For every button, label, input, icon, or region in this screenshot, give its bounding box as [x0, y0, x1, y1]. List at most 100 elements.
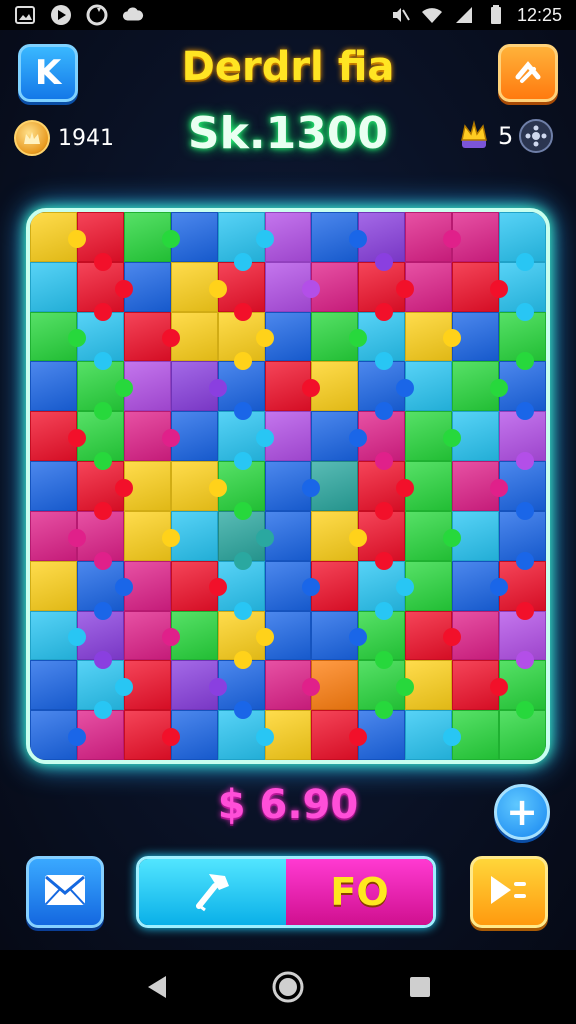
crowns-counter: 5 — [456, 118, 554, 154]
puzzle-knob — [93, 452, 112, 471]
puzzle-board[interactable] — [26, 208, 550, 764]
puzzle-piece[interactable] — [30, 411, 86, 462]
puzzle-piece[interactable] — [30, 560, 77, 611]
puzzle-piece[interactable] — [30, 311, 86, 362]
puzzle-piece[interactable] — [264, 560, 321, 611]
puzzle-piece[interactable] — [30, 660, 77, 711]
puzzle-piece[interactable] — [170, 461, 227, 511]
puzzle-piece[interactable] — [170, 261, 227, 312]
puzzle-piece[interactable] — [170, 361, 227, 412]
puzzle-piece[interactable] — [311, 411, 368, 462]
puzzle-piece[interactable] — [405, 510, 462, 561]
puzzle-piece[interactable] — [311, 510, 368, 561]
puzzle-piece[interactable] — [452, 660, 509, 711]
nav-home-button[interactable] — [268, 967, 308, 1007]
puzzle-piece[interactable] — [405, 710, 462, 760]
puzzle-piece[interactable] — [30, 361, 77, 412]
puzzle-knob — [255, 329, 274, 348]
puzzle-piece[interactable] — [405, 212, 462, 262]
tools-button[interactable] — [498, 44, 558, 102]
puzzle-piece[interactable] — [452, 261, 509, 312]
cloud-icon — [122, 4, 144, 26]
puzzle-knob — [255, 727, 274, 746]
puzzle-piece[interactable] — [170, 560, 227, 611]
puzzle-piece[interactable] — [311, 311, 368, 362]
puzzle-knob — [161, 329, 180, 348]
puzzle-piece[interactable] — [123, 610, 180, 661]
puzzle-piece[interactable] — [452, 560, 509, 611]
puzzle-piece[interactable] — [30, 610, 86, 661]
nav-back-button[interactable] — [136, 967, 176, 1007]
coin-icon — [14, 120, 50, 156]
puzzle-knob — [161, 727, 180, 746]
puzzle-knob — [93, 551, 112, 570]
settings-icon[interactable] — [519, 119, 554, 153]
puzzle-knob — [93, 302, 112, 321]
puzzle-knob — [93, 501, 112, 520]
puzzle-grid[interactable] — [30, 212, 546, 760]
puzzle-knob — [93, 352, 112, 371]
puzzle-piece[interactable] — [264, 261, 321, 312]
puzzle-piece[interactable] — [123, 411, 180, 462]
puzzle-knob — [93, 402, 112, 421]
puzzle-knob — [67, 429, 86, 447]
puzzle-knob — [234, 302, 253, 321]
mail-button[interactable] — [26, 856, 104, 928]
puzzle-piece[interactable] — [123, 710, 180, 760]
add-button[interactable]: + — [494, 784, 550, 840]
crowns-value: 5 — [498, 122, 514, 150]
power-bar-left — [139, 859, 286, 925]
tools-icon — [512, 55, 544, 91]
puzzle-piece[interactable] — [452, 461, 509, 511]
puzzle-knob — [302, 279, 321, 298]
puzzle-knob — [255, 628, 274, 647]
puzzle-knob — [375, 551, 394, 570]
puzzle-piece[interactable] — [30, 261, 77, 312]
puzzle-piece[interactable] — [123, 212, 180, 262]
puzzle-knob — [93, 601, 112, 620]
puzzle-knob — [515, 252, 534, 271]
signal-icon — [453, 4, 475, 26]
puzzle-piece[interactable] — [30, 212, 86, 262]
next-button[interactable] — [470, 856, 548, 928]
puzzle-knob — [396, 279, 415, 298]
puzzle-knob — [375, 501, 394, 520]
power-bar[interactable]: FO — [136, 856, 436, 928]
puzzle-knob — [67, 727, 86, 746]
puzzle-piece[interactable] — [405, 610, 462, 661]
puzzle-knob — [114, 478, 133, 497]
puzzle-knob — [515, 452, 534, 471]
puzzle-piece[interactable] — [452, 361, 509, 412]
puzzle-piece[interactable] — [311, 610, 368, 661]
puzzle-knob — [234, 601, 253, 620]
puzzle-knob — [114, 678, 133, 697]
puzzle-piece[interactable] — [311, 710, 368, 760]
puzzle-piece[interactable] — [123, 311, 180, 362]
puzzle-piece[interactable] — [499, 212, 546, 271]
puzzle-piece[interactable] — [264, 361, 321, 412]
puzzle-knob — [114, 379, 133, 398]
puzzle-piece[interactable] — [30, 510, 86, 561]
puzzle-knob — [93, 701, 112, 720]
puzzle-knob — [375, 601, 394, 620]
puzzle-piece[interactable] — [405, 411, 462, 462]
puzzle-piece[interactable] — [30, 710, 86, 760]
back-button[interactable]: K — [18, 44, 78, 102]
puzzle-piece[interactable] — [170, 660, 227, 711]
puzzle-knob — [234, 551, 253, 570]
puzzle-piece[interactable] — [311, 212, 368, 262]
puzzle-knob — [208, 578, 227, 597]
puzzle-piece[interactable] — [405, 311, 462, 362]
puzzle-knob — [161, 429, 180, 447]
puzzle-knob — [375, 302, 394, 321]
puzzle-knob — [443, 229, 462, 248]
puzzle-knob — [515, 551, 534, 570]
puzzle-knob — [515, 302, 534, 321]
puzzle-piece[interactable] — [264, 660, 321, 711]
game-title: Derdrl fia — [181, 44, 395, 90]
puzzle-piece[interactable] — [30, 461, 77, 511]
puzzle-piece[interactable] — [217, 212, 274, 271]
nav-recents-button[interactable] — [400, 967, 440, 1007]
puzzle-piece[interactable] — [123, 510, 180, 561]
puzzle-piece[interactable] — [264, 461, 321, 511]
